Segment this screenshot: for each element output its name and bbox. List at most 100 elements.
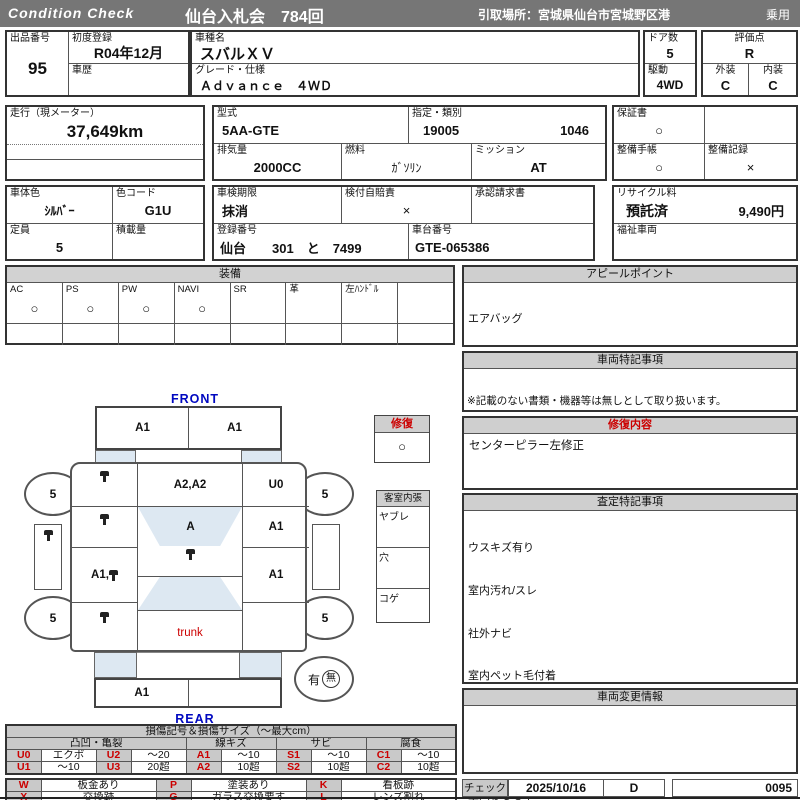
damage-legend: 損傷記号＆損傷サイズ（～最大cm） 凸凹・亀裂 線キズ サビ 腐食 U0 エクボ… <box>5 724 458 800</box>
vehicle-notes-title: 車両特記事項 <box>464 353 796 369</box>
right-rear-door: A1 <box>243 548 309 603</box>
legend-group-dent: 凸凹・亀裂 <box>5 737 187 750</box>
pickup-location: 引取場所：宮城県仙台市宮城野区港 <box>478 8 671 22</box>
brand-logo-text: Condition Check <box>8 5 135 21</box>
rear-pillar-strip <box>94 652 282 678</box>
insurance-value: × <box>402 203 411 218</box>
front-bumper: A1 A1 <box>95 406 282 450</box>
damage-code: U0 <box>268 479 284 491</box>
car-body: A1, A2,A2 A trunk U0 A1 A1 <box>70 462 309 654</box>
damage-code: A2,A2 <box>173 479 207 491</box>
insurance-cell: 検付自賠責 × <box>342 187 472 224</box>
empty-cell <box>705 107 796 144</box>
doors-cell: ドア数 5 <box>645 32 695 64</box>
equipment-cell-pw: PW ○ <box>119 283 175 323</box>
check-grade: D <box>629 781 639 795</box>
body-color-value: ｼﾙﾊﾞｰ <box>44 204 75 218</box>
equipment-cell-sr: SR <box>231 283 287 323</box>
repair-mark-icon <box>43 530 53 541</box>
windshield-code-wrap: A <box>138 507 243 546</box>
lot-reg-box: 出品番号 95 初度登録 R04年12月 車歴 <box>5 30 190 97</box>
damage-code: A <box>186 520 195 533</box>
sill-left <box>34 524 62 590</box>
right-rear-fender <box>243 603 309 654</box>
divider <box>7 159 203 160</box>
inspection-box: 車検期限 抹消 検付自賠責 × 承認請求書 登録番号 仙台 301 と 7499… <box>212 185 595 261</box>
assessment-title: 査定特記事項 <box>464 495 796 511</box>
legend-value: ～10 <box>310 749 367 762</box>
spare-presence-circle: 有 無 <box>294 656 354 702</box>
right-front-door: A1 <box>243 507 309 548</box>
left-rear-door: A1, <box>72 548 138 603</box>
exterior-value: C <box>720 77 731 93</box>
equipment-value: ○ <box>142 301 151 316</box>
load-value <box>113 235 203 259</box>
legend-value: 10超 <box>400 761 457 775</box>
usage-type: 乗用 <box>765 8 790 22</box>
change-info-box: 車両変更情報 <box>462 688 798 774</box>
model-cell: 車種名 スバルＸＶ <box>192 32 638 64</box>
legend-code: P <box>155 778 192 792</box>
repair-flag-box: 修復 ○ <box>374 415 430 463</box>
check-date-box: 2025/10/16 D <box>508 779 665 797</box>
color-box: 車体色 ｼﾙﾊﾞｰ 色コード G1U 定員 5 積載量 <box>5 185 205 261</box>
auction-title: 仙台入札会 784回 <box>185 9 324 26</box>
appeal-box: アピールポイント エアバッグ ABS プッシュスタート フロントパワーシート E… <box>462 265 798 490</box>
equipment-table: 装備 AC ○ PS ○ PW ○ NAVI ○ SR 革 左ﾊﾝﾄﾞﾙ <box>5 265 455 345</box>
mission-value: AT <box>530 159 547 175</box>
legend-code: K <box>305 778 342 792</box>
legend-value: 20超 <box>130 761 187 775</box>
sill-right <box>312 524 340 590</box>
books-box: 保証書 ○ 整備手帳 ○ 整備記録 × <box>612 105 798 181</box>
rear-bumper-right-panel <box>189 680 281 706</box>
damage-code: A1 <box>268 569 284 581</box>
rear-pillar-right <box>239 652 282 678</box>
equipment-value: ○ <box>86 301 95 316</box>
chassis-value: GTE-065386 <box>415 239 490 255</box>
equipment-value <box>231 294 286 323</box>
equipment-cell-ps: PS ○ <box>63 283 119 323</box>
vehicle-notes-note: ※記載のない書類・機器等は無しとして取り扱います。 <box>467 395 727 407</box>
equipment-cell-leather: 革 <box>286 283 343 323</box>
front-bumper-right-panel: A1 <box>189 408 280 448</box>
rear-bumper-left-panel: A1 <box>96 680 189 706</box>
legend-code: S2 <box>275 761 312 775</box>
assessment-item: 社外ナビ <box>468 627 512 640</box>
recycle-fee: 9,490円 <box>738 204 784 219</box>
lot-number-cell: 出品番号 95 <box>7 32 69 95</box>
displacement-value: 2000CC <box>253 159 302 175</box>
equipment-value: ○ <box>198 301 206 316</box>
mileage-box: 走行（現メーター） 37,649km <box>5 105 205 181</box>
repair-mark-icon <box>185 549 195 560</box>
assessment-item: ウスキズ有り <box>468 542 534 555</box>
legend-code: A1 <box>185 749 222 762</box>
legend-group-corrosion: 腐食 <box>365 737 457 750</box>
warranty-value: ○ <box>655 123 663 138</box>
maintenance-book-value: ○ <box>655 159 663 175</box>
check-label: チェック <box>462 779 508 797</box>
tire-size: 5 <box>49 611 57 625</box>
reg-no-value: 仙台 301 と 7499 <box>220 240 362 256</box>
rear-window <box>138 576 243 610</box>
class-value-1: 19005 <box>423 123 460 138</box>
legend-group-rust: サビ <box>275 737 367 750</box>
appeal-title: アピールポイント <box>464 267 796 283</box>
tire-size: 5 <box>321 611 329 625</box>
history-value <box>69 75 188 95</box>
damage-code: A1, <box>91 569 109 581</box>
repair-mark-icon <box>100 612 109 623</box>
welfare-cell: 福祉車両 <box>614 224 796 259</box>
equipment-label <box>398 283 453 285</box>
windshield: A <box>138 507 243 546</box>
score-cell: 評価点 R <box>703 32 796 64</box>
equipment-cell-ac: AC ○ <box>7 283 63 323</box>
roof <box>138 546 243 576</box>
bottom-rule <box>0 797 800 799</box>
damage-code: A1 <box>135 422 150 434</box>
cabin-interior-row-hole: 穴 <box>377 548 429 589</box>
assessment-item: 室内汚れ/スレ <box>468 585 538 598</box>
exterior-cell: 外装 C <box>703 64 749 95</box>
auction-sheet: Condition Check 仙台入札会 784回 引取場所：宮城県仙台市宮城… <box>0 0 800 800</box>
doors-drive-box: ドア数 5 駆動 4WD <box>643 30 697 97</box>
maintenance-record-cell: 整備記録 × <box>705 144 796 179</box>
